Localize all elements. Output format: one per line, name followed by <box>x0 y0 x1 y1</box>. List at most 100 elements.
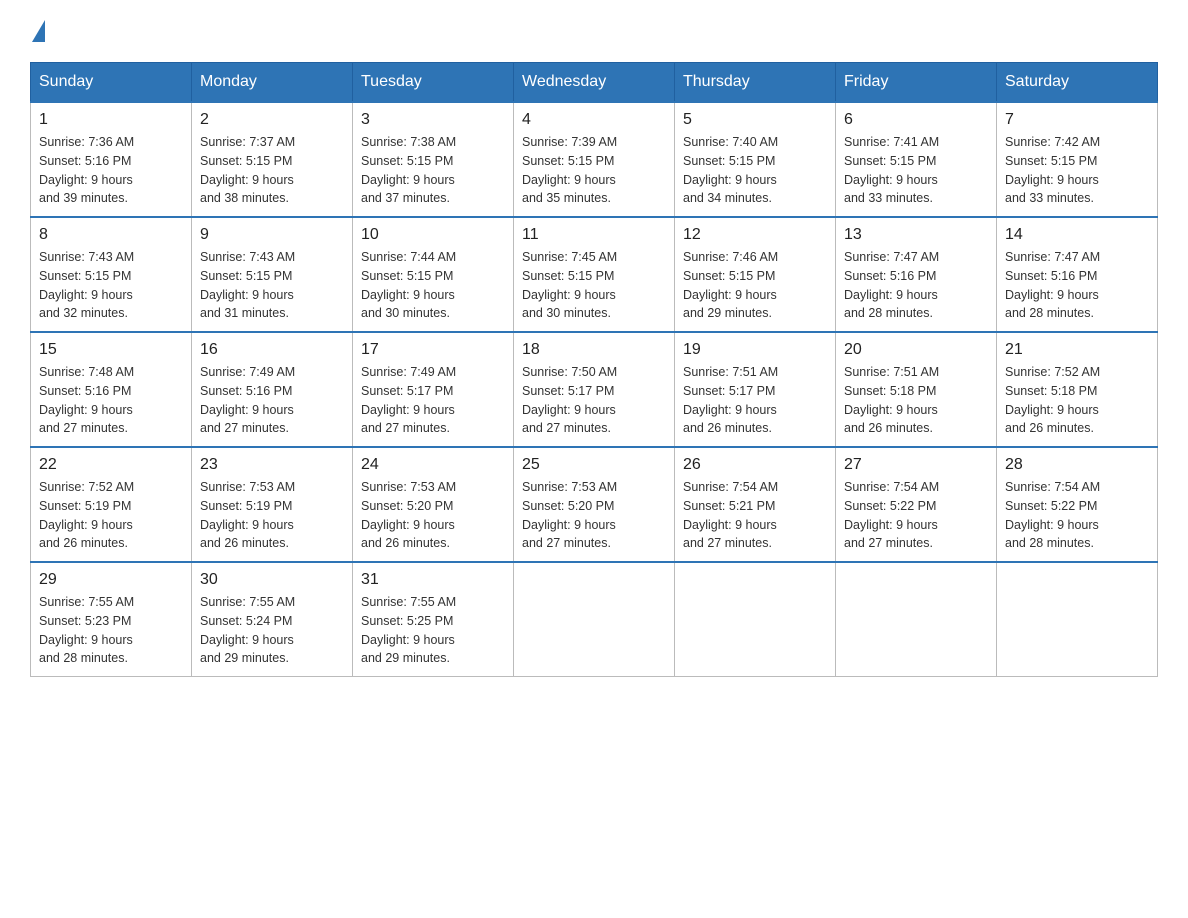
calendar-cell: 14 Sunrise: 7:47 AM Sunset: 5:16 PM Dayl… <box>997 217 1158 332</box>
calendar-cell: 31 Sunrise: 7:55 AM Sunset: 5:25 PM Dayl… <box>353 562 514 677</box>
calendar-cell: 25 Sunrise: 7:53 AM Sunset: 5:20 PM Dayl… <box>514 447 675 562</box>
day-number: 16 <box>200 341 344 359</box>
calendar-cell: 16 Sunrise: 7:49 AM Sunset: 5:16 PM Dayl… <box>192 332 353 447</box>
calendar-cell: 20 Sunrise: 7:51 AM Sunset: 5:18 PM Dayl… <box>836 332 997 447</box>
logo <box>30 20 45 42</box>
day-number: 1 <box>39 111 183 129</box>
calendar-cell: 7 Sunrise: 7:42 AM Sunset: 5:15 PM Dayli… <box>997 102 1158 217</box>
day-info: Sunrise: 7:54 AM Sunset: 5:21 PM Dayligh… <box>683 478 827 553</box>
day-number: 29 <box>39 571 183 589</box>
day-header-sunday: Sunday <box>31 63 192 103</box>
day-info: Sunrise: 7:42 AM Sunset: 5:15 PM Dayligh… <box>1005 133 1149 208</box>
day-info: Sunrise: 7:55 AM Sunset: 5:25 PM Dayligh… <box>361 593 505 668</box>
calendar-cell <box>997 562 1158 677</box>
day-info: Sunrise: 7:54 AM Sunset: 5:22 PM Dayligh… <box>844 478 988 553</box>
calendar-cell: 4 Sunrise: 7:39 AM Sunset: 5:15 PM Dayli… <box>514 102 675 217</box>
day-number: 10 <box>361 226 505 244</box>
day-number: 5 <box>683 111 827 129</box>
day-number: 19 <box>683 341 827 359</box>
calendar-cell: 24 Sunrise: 7:53 AM Sunset: 5:20 PM Dayl… <box>353 447 514 562</box>
day-info: Sunrise: 7:45 AM Sunset: 5:15 PM Dayligh… <box>522 248 666 323</box>
day-number: 27 <box>844 456 988 474</box>
day-info: Sunrise: 7:44 AM Sunset: 5:15 PM Dayligh… <box>361 248 505 323</box>
day-info: Sunrise: 7:55 AM Sunset: 5:24 PM Dayligh… <box>200 593 344 668</box>
day-info: Sunrise: 7:41 AM Sunset: 5:15 PM Dayligh… <box>844 133 988 208</box>
calendar-cell: 10 Sunrise: 7:44 AM Sunset: 5:15 PM Dayl… <box>353 217 514 332</box>
calendar-cell: 30 Sunrise: 7:55 AM Sunset: 5:24 PM Dayl… <box>192 562 353 677</box>
week-row-2: 8 Sunrise: 7:43 AM Sunset: 5:15 PM Dayli… <box>31 217 1158 332</box>
calendar-cell: 19 Sunrise: 7:51 AM Sunset: 5:17 PM Dayl… <box>675 332 836 447</box>
day-number: 7 <box>1005 111 1149 129</box>
page-header <box>30 20 1158 42</box>
calendar-cell: 3 Sunrise: 7:38 AM Sunset: 5:15 PM Dayli… <box>353 102 514 217</box>
day-number: 15 <box>39 341 183 359</box>
day-header-thursday: Thursday <box>675 63 836 103</box>
day-number: 22 <box>39 456 183 474</box>
day-header-saturday: Saturday <box>997 63 1158 103</box>
day-number: 9 <box>200 226 344 244</box>
calendar-cell: 26 Sunrise: 7:54 AM Sunset: 5:21 PM Dayl… <box>675 447 836 562</box>
day-info: Sunrise: 7:37 AM Sunset: 5:15 PM Dayligh… <box>200 133 344 208</box>
day-number: 21 <box>1005 341 1149 359</box>
day-info: Sunrise: 7:49 AM Sunset: 5:17 PM Dayligh… <box>361 363 505 438</box>
calendar-cell: 9 Sunrise: 7:43 AM Sunset: 5:15 PM Dayli… <box>192 217 353 332</box>
calendar-cell: 6 Sunrise: 7:41 AM Sunset: 5:15 PM Dayli… <box>836 102 997 217</box>
day-info: Sunrise: 7:47 AM Sunset: 5:16 PM Dayligh… <box>844 248 988 323</box>
calendar-cell: 15 Sunrise: 7:48 AM Sunset: 5:16 PM Dayl… <box>31 332 192 447</box>
day-info: Sunrise: 7:43 AM Sunset: 5:15 PM Dayligh… <box>39 248 183 323</box>
day-info: Sunrise: 7:40 AM Sunset: 5:15 PM Dayligh… <box>683 133 827 208</box>
calendar-cell: 17 Sunrise: 7:49 AM Sunset: 5:17 PM Dayl… <box>353 332 514 447</box>
day-number: 30 <box>200 571 344 589</box>
day-info: Sunrise: 7:55 AM Sunset: 5:23 PM Dayligh… <box>39 593 183 668</box>
calendar-cell: 8 Sunrise: 7:43 AM Sunset: 5:15 PM Dayli… <box>31 217 192 332</box>
calendar-cell: 23 Sunrise: 7:53 AM Sunset: 5:19 PM Dayl… <box>192 447 353 562</box>
calendar-cell: 28 Sunrise: 7:54 AM Sunset: 5:22 PM Dayl… <box>997 447 1158 562</box>
calendar-cell: 27 Sunrise: 7:54 AM Sunset: 5:22 PM Dayl… <box>836 447 997 562</box>
calendar-cell: 2 Sunrise: 7:37 AM Sunset: 5:15 PM Dayli… <box>192 102 353 217</box>
day-number: 13 <box>844 226 988 244</box>
day-number: 14 <box>1005 226 1149 244</box>
calendar-cell <box>514 562 675 677</box>
day-header-tuesday: Tuesday <box>353 63 514 103</box>
day-number: 8 <box>39 226 183 244</box>
day-info: Sunrise: 7:51 AM Sunset: 5:18 PM Dayligh… <box>844 363 988 438</box>
day-number: 23 <box>200 456 344 474</box>
day-number: 24 <box>361 456 505 474</box>
calendar-cell: 12 Sunrise: 7:46 AM Sunset: 5:15 PM Dayl… <box>675 217 836 332</box>
day-number: 12 <box>683 226 827 244</box>
calendar-cell <box>836 562 997 677</box>
day-info: Sunrise: 7:53 AM Sunset: 5:19 PM Dayligh… <box>200 478 344 553</box>
day-info: Sunrise: 7:46 AM Sunset: 5:15 PM Dayligh… <box>683 248 827 323</box>
day-number: 28 <box>1005 456 1149 474</box>
day-info: Sunrise: 7:48 AM Sunset: 5:16 PM Dayligh… <box>39 363 183 438</box>
logo-text <box>30 20 45 42</box>
day-header-wednesday: Wednesday <box>514 63 675 103</box>
day-number: 4 <box>522 111 666 129</box>
day-number: 6 <box>844 111 988 129</box>
day-info: Sunrise: 7:43 AM Sunset: 5:15 PM Dayligh… <box>200 248 344 323</box>
day-info: Sunrise: 7:38 AM Sunset: 5:15 PM Dayligh… <box>361 133 505 208</box>
calendar-cell: 5 Sunrise: 7:40 AM Sunset: 5:15 PM Dayli… <box>675 102 836 217</box>
day-number: 2 <box>200 111 344 129</box>
day-number: 3 <box>361 111 505 129</box>
day-info: Sunrise: 7:36 AM Sunset: 5:16 PM Dayligh… <box>39 133 183 208</box>
day-number: 18 <box>522 341 666 359</box>
calendar-table: SundayMondayTuesdayWednesdayThursdayFrid… <box>30 62 1158 677</box>
day-info: Sunrise: 7:47 AM Sunset: 5:16 PM Dayligh… <box>1005 248 1149 323</box>
week-row-4: 22 Sunrise: 7:52 AM Sunset: 5:19 PM Dayl… <box>31 447 1158 562</box>
day-number: 31 <box>361 571 505 589</box>
day-header-friday: Friday <box>836 63 997 103</box>
week-row-1: 1 Sunrise: 7:36 AM Sunset: 5:16 PM Dayli… <box>31 102 1158 217</box>
calendar-cell: 1 Sunrise: 7:36 AM Sunset: 5:16 PM Dayli… <box>31 102 192 217</box>
calendar-cell <box>675 562 836 677</box>
day-number: 25 <box>522 456 666 474</box>
day-header-monday: Monday <box>192 63 353 103</box>
logo-triangle-icon <box>32 20 45 42</box>
day-number: 20 <box>844 341 988 359</box>
calendar-cell: 22 Sunrise: 7:52 AM Sunset: 5:19 PM Dayl… <box>31 447 192 562</box>
day-header-row: SundayMondayTuesdayWednesdayThursdayFrid… <box>31 63 1158 103</box>
week-row-5: 29 Sunrise: 7:55 AM Sunset: 5:23 PM Dayl… <box>31 562 1158 677</box>
day-number: 26 <box>683 456 827 474</box>
calendar-cell: 13 Sunrise: 7:47 AM Sunset: 5:16 PM Dayl… <box>836 217 997 332</box>
day-info: Sunrise: 7:54 AM Sunset: 5:22 PM Dayligh… <box>1005 478 1149 553</box>
